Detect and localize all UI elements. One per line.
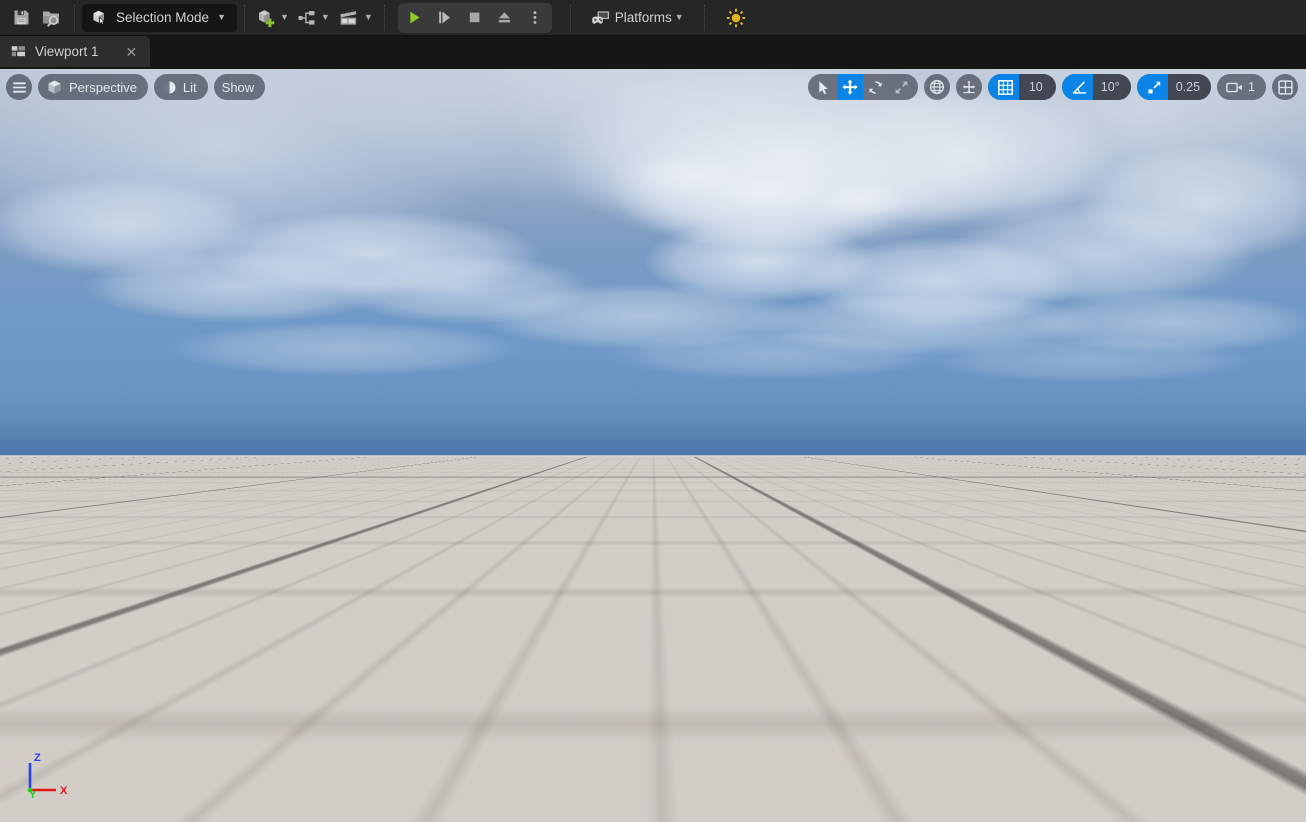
viewport-toolbar-right: 10 10° 0.25 (808, 74, 1298, 100)
save-button[interactable] (6, 4, 36, 32)
play-button[interactable] (400, 5, 430, 31)
browse-content-button[interactable] (36, 4, 67, 32)
settings-button[interactable] (720, 4, 752, 32)
selection-mode-button[interactable]: Selection Mode ▼ (82, 4, 237, 32)
add-cube-icon (256, 8, 277, 28)
grid-snap-control: 10 (988, 74, 1056, 100)
grid-snap-toggle[interactable] (988, 74, 1019, 100)
mode-group: Selection Mode ▼ (76, 0, 243, 36)
shading-mode-label: Lit (183, 80, 197, 95)
file-actions-group (0, 0, 73, 36)
blueprint-node-icon (297, 9, 318, 27)
tab-bar: Viewport 1 ✕ (0, 36, 1306, 69)
save-icon (12, 8, 31, 27)
ground-plane-checkerboard (0, 456, 1306, 822)
view-mode-button[interactable]: Perspective (38, 74, 148, 100)
viewport-tab-icon (11, 45, 26, 58)
layout-grid-icon (1278, 80, 1293, 95)
surface-snapping-button[interactable] (956, 74, 982, 100)
selection-mode-icon (91, 9, 108, 26)
add-actor-button[interactable]: ▼ (252, 4, 293, 32)
platforms-icon (590, 9, 612, 27)
show-flags-button[interactable]: Show (214, 74, 266, 100)
toolbar-separator-5 (704, 5, 705, 31)
select-tool-button[interactable] (808, 74, 837, 100)
grid-icon (998, 80, 1013, 95)
scale-snap-toggle[interactable] (1137, 74, 1168, 100)
angle-snap-toggle[interactable] (1062, 74, 1093, 100)
grid-snap-value[interactable]: 10 (1019, 74, 1056, 100)
create-group: ▼ ▼ (246, 0, 383, 36)
scale-snap-value[interactable]: 0.25 (1168, 74, 1211, 100)
scale-arrows-icon (894, 80, 909, 95)
platforms-label: Platforms (615, 10, 672, 25)
eject-icon (496, 9, 513, 26)
play-group-wrap (386, 0, 558, 36)
play-icon (406, 9, 423, 26)
sky-atmosphere-haze (0, 69, 1306, 456)
film-slate-icon (338, 8, 361, 28)
camera-speed-control[interactable]: 1 (1217, 74, 1266, 100)
ellipsis-vertical-icon (528, 9, 542, 26)
surface-snap-icon (961, 79, 977, 95)
lit-sphere-icon (162, 80, 177, 95)
angle-icon (1072, 80, 1087, 95)
frame-step-icon (436, 9, 453, 26)
rotate-arrows-icon (868, 80, 883, 95)
scale-snap-control: 0.25 (1137, 74, 1211, 100)
rotate-tool-button[interactable] (863, 74, 889, 100)
stop-button[interactable] (460, 5, 490, 31)
scale-snap-icon (1147, 80, 1162, 95)
platforms-button[interactable]: Platforms ▼ (586, 4, 688, 32)
coordinate-system-button[interactable] (924, 74, 950, 100)
tab-close-button[interactable]: ✕ (126, 45, 138, 59)
move-tool-button[interactable] (837, 74, 863, 100)
chevron-down-icon: ▼ (321, 13, 330, 22)
angle-snap-control: 10° (1062, 74, 1131, 100)
toolbar-separator-3 (384, 5, 385, 31)
main-toolbar: Selection Mode ▼ ▼ ▼ (0, 0, 1306, 36)
play-options-button[interactable] (520, 5, 550, 31)
perspective-cube-icon (46, 79, 63, 95)
stop-icon (466, 9, 483, 26)
move-arrows-icon (842, 79, 858, 95)
eject-button[interactable] (490, 5, 520, 31)
angle-snap-value[interactable]: 10° (1093, 74, 1131, 100)
chevron-down-icon: ▼ (217, 13, 226, 22)
selection-mode-label: Selection Mode (116, 10, 209, 25)
chevron-down-icon: ▼ (364, 13, 373, 22)
viewport-layout-button[interactable] (1272, 74, 1298, 100)
toolbar-separator-2 (244, 5, 245, 31)
chevron-down-icon: ▼ (280, 13, 289, 22)
toolbar-separator-1 (74, 5, 75, 31)
shading-mode-button[interactable]: Lit (154, 74, 208, 100)
viewport-options-button[interactable] (6, 74, 32, 100)
view-mode-label: Perspective (69, 80, 137, 95)
tab-label: Viewport 1 (35, 44, 99, 59)
viewport-toolbar-left: Perspective Lit Show (6, 74, 265, 100)
sky-backdrop (0, 69, 1306, 456)
skip-button[interactable] (430, 5, 460, 31)
transform-gizmo-modes (808, 74, 918, 100)
tab-viewport-1[interactable]: Viewport 1 ✕ (0, 36, 150, 67)
globe-icon (929, 79, 945, 95)
level-viewport[interactable]: Perspective Lit Show (0, 69, 1306, 822)
scale-tool-button[interactable] (889, 74, 918, 100)
settings-group (706, 0, 758, 36)
show-flags-label: Show (222, 80, 255, 95)
cursor-arrow-icon (817, 80, 830, 95)
cinematics-button[interactable]: ▼ (334, 4, 377, 32)
camera-speed-value: 1 (1248, 80, 1255, 94)
platforms-group: Platforms ▼ (572, 0, 694, 36)
hamburger-menu-icon (12, 81, 27, 94)
chevron-down-icon: ▼ (675, 13, 684, 22)
folder-search-icon (41, 8, 62, 27)
sun-icon (725, 7, 747, 29)
toolbar-separator-4 (570, 5, 571, 31)
camera-icon (1226, 81, 1243, 94)
blueprints-button[interactable]: ▼ (293, 4, 334, 32)
play-controls (398, 3, 552, 33)
